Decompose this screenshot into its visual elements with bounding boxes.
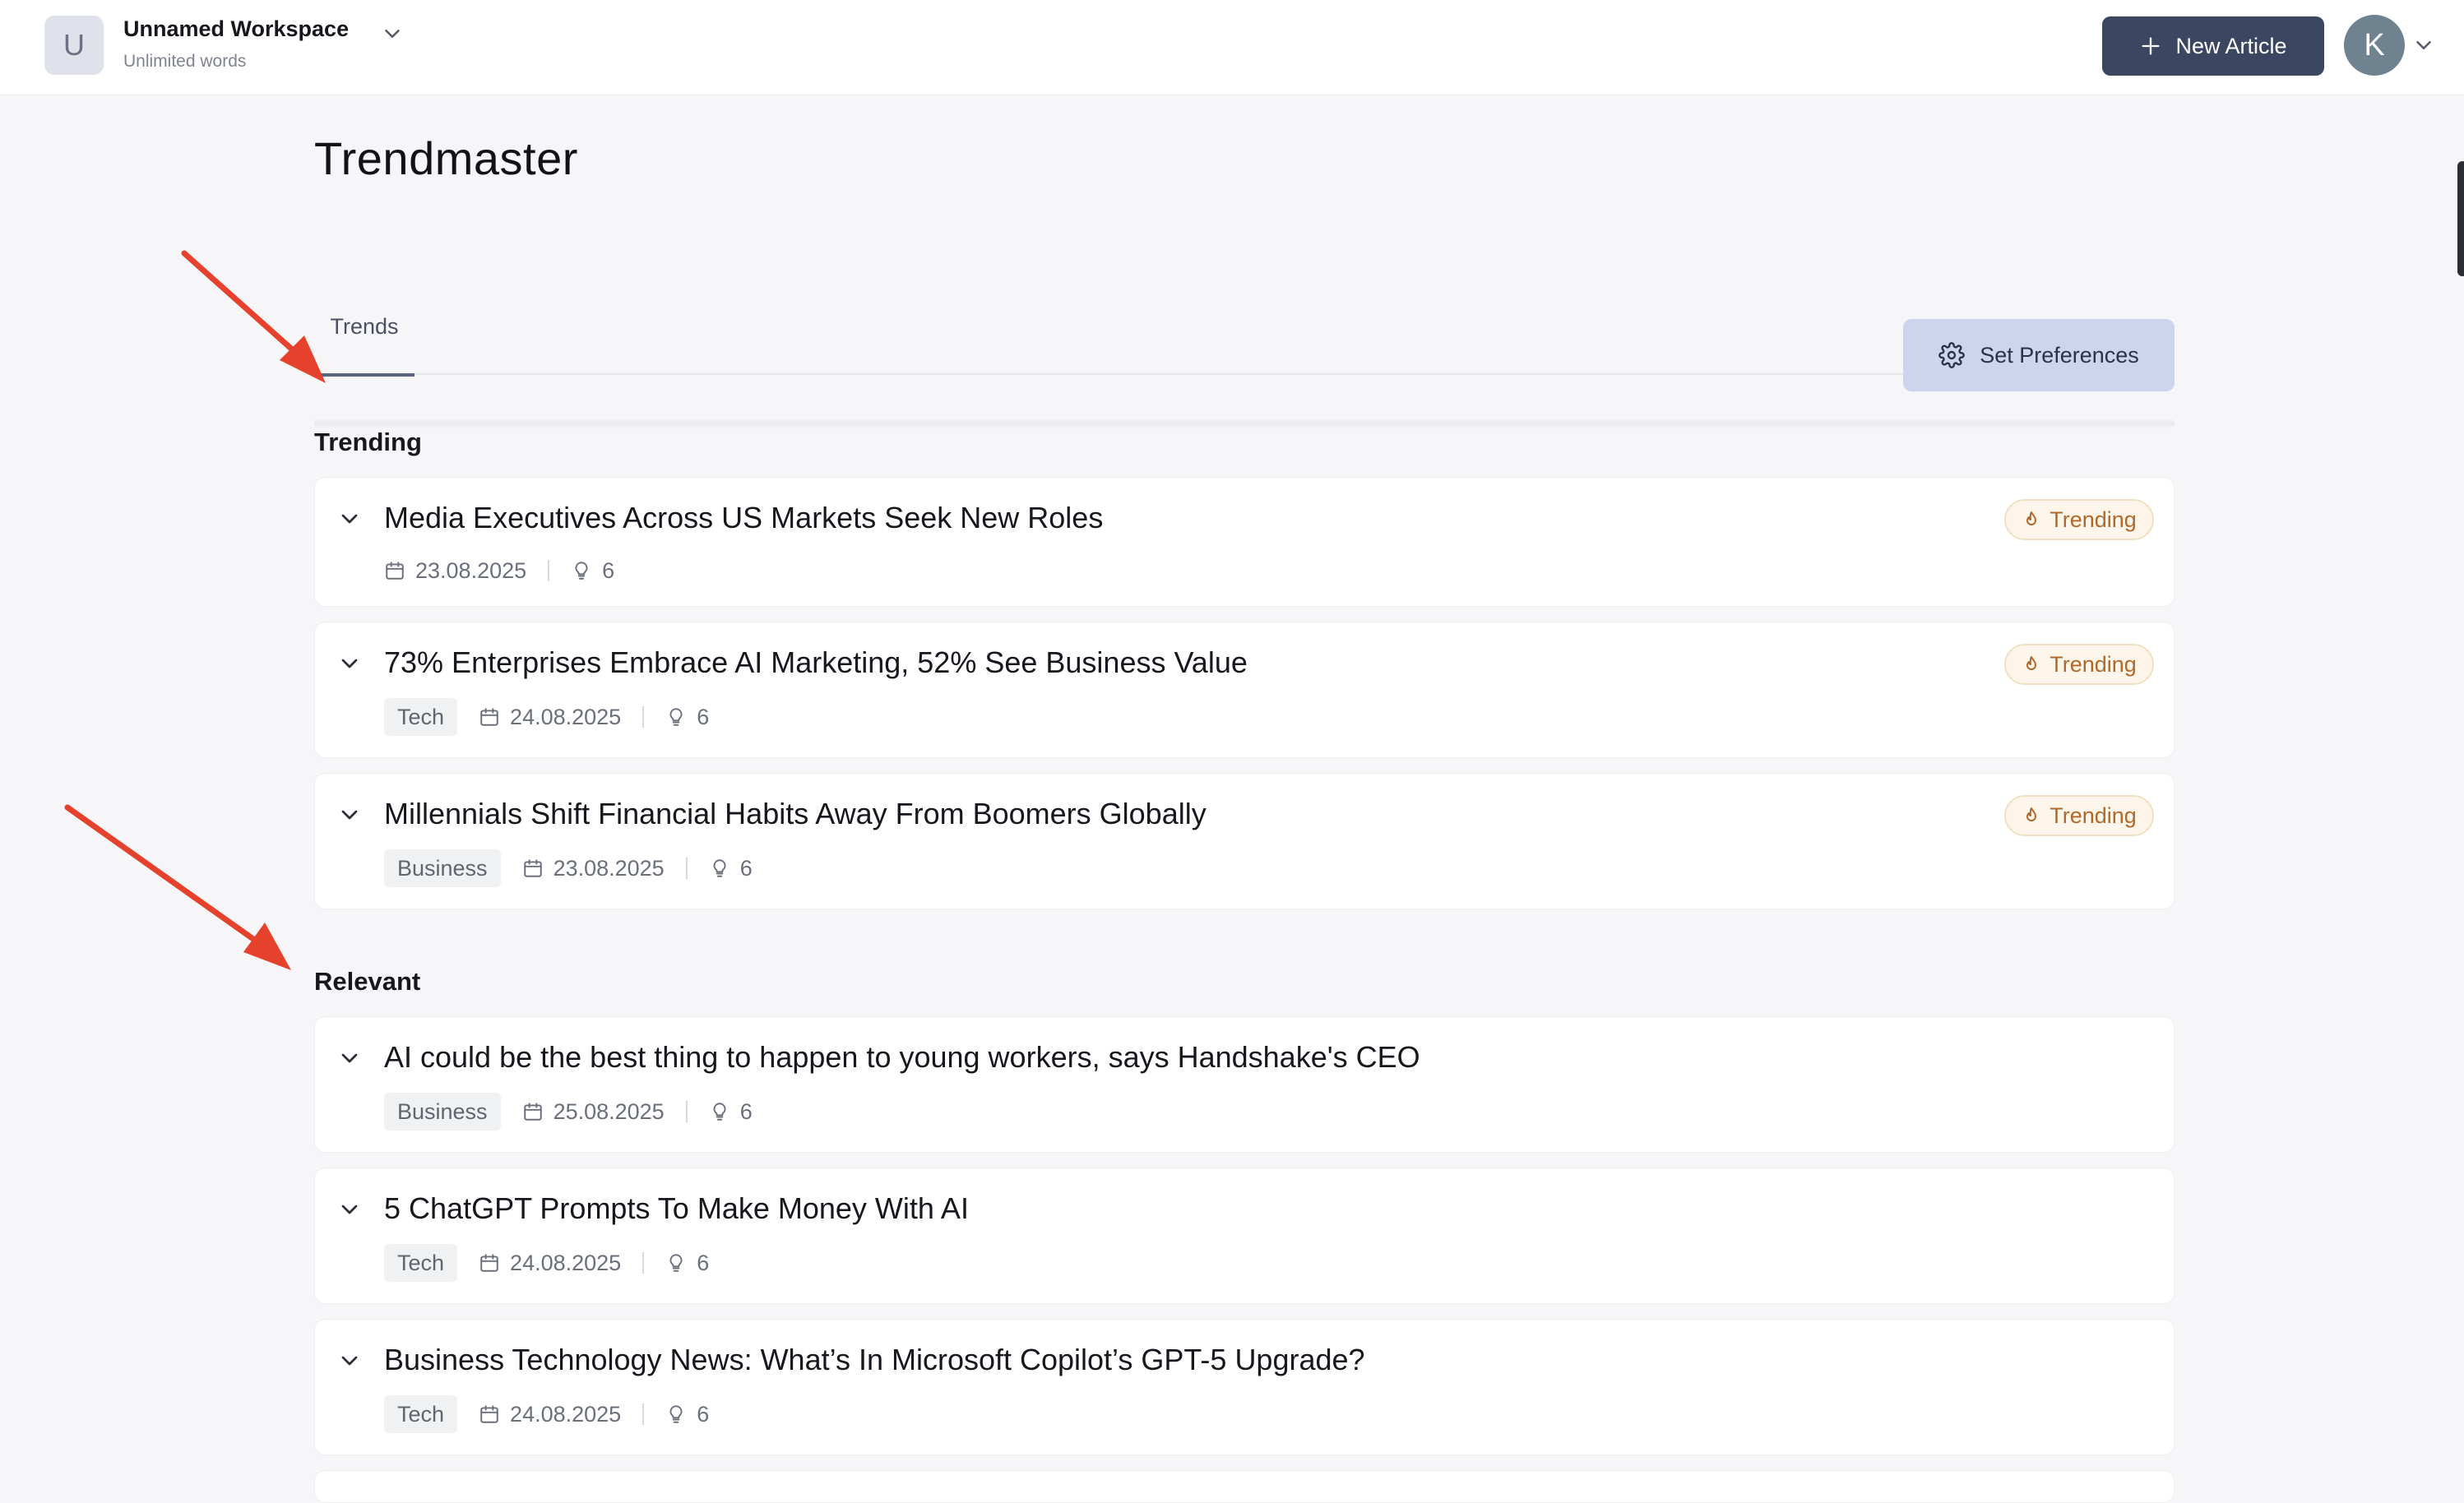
active-tab-indicator: [314, 373, 415, 377]
new-article-button[interactable]: New Article: [2102, 16, 2324, 76]
card-idea-count: 6: [697, 1250, 710, 1275]
trending-badge: Trending: [2004, 499, 2154, 540]
tab-bar: Trends: [314, 280, 2175, 377]
gear-icon: [1938, 342, 1965, 368]
calendar-icon: [480, 1254, 498, 1272]
user-menu-chevron-down-icon[interactable]: [2411, 33, 2436, 58]
calendar-icon: [386, 562, 404, 580]
meta-separator: [642, 1252, 645, 1274]
category-tag[interactable]: Tech: [384, 698, 458, 736]
card-date: 23.08.2025: [553, 855, 665, 881]
workspace-chevron-down-icon[interactable]: [380, 21, 405, 46]
plus-icon: [2142, 37, 2160, 55]
card-date: 23.08.2025: [415, 557, 527, 583]
user-avatar[interactable]: K: [2344, 15, 2405, 76]
chevron-down-icon[interactable]: [336, 1045, 363, 1071]
meta-separator: [548, 560, 550, 581]
tab-trends[interactable]: Trends: [314, 314, 415, 377]
chevron-down-icon[interactable]: [336, 802, 363, 828]
card-meta: Business 23.08.2025 6: [384, 849, 753, 887]
flame-icon: [2026, 511, 2037, 525]
card-idea-count: 6: [697, 1401, 710, 1427]
lightbulb-icon: [669, 708, 683, 726]
card-date: 24.08.2025: [510, 1250, 622, 1275]
card-idea-count: 6: [697, 704, 710, 729]
set-preferences-label: Set Preferences: [1980, 342, 2139, 368]
calendar-icon: [523, 859, 542, 877]
trending-badge-label: Trending: [2049, 651, 2137, 677]
lightbulb-icon: [713, 1103, 726, 1121]
flame-icon: [2026, 656, 2037, 670]
card-title[interactable]: 5 ChatGPT Prompts To Make Money With AI: [384, 1191, 969, 1226]
card-meta: 23.08.2025 6: [384, 552, 614, 590]
relevant-card-partial[interactable]: [314, 1470, 2175, 1503]
category-tag[interactable]: Business: [384, 849, 501, 887]
workspace-name[interactable]: Unnamed Workspace: [123, 16, 349, 42]
card-date: 24.08.2025: [510, 704, 622, 729]
card-idea-count: 6: [739, 855, 753, 881]
lightbulb-icon: [669, 1405, 683, 1423]
relevant-card[interactable]: 5 ChatGPT Prompts To Make Money With AI …: [314, 1168, 2175, 1304]
card-meta: Business 25.08.2025 6: [384, 1093, 753, 1131]
top-bar: U Unnamed Workspace Unlimited words New …: [0, 0, 2464, 95]
card-title[interactable]: Business Technology News: What’s In Micr…: [384, 1343, 1365, 1377]
meta-separator: [642, 706, 645, 728]
chevron-down-icon[interactable]: [336, 1196, 363, 1223]
trending-badge-label: Trending: [2049, 506, 2137, 532]
card-meta: Tech 24.08.2025 6: [384, 1244, 709, 1282]
card-meta: Tech 24.08.2025 6: [384, 698, 709, 736]
set-preferences-button[interactable]: Set Preferences: [1903, 319, 2175, 391]
trending-badge: Trending: [2004, 644, 2154, 685]
lightbulb-icon: [575, 562, 588, 580]
trend-card[interactable]: Millennials Shift Financial Habits Away …: [314, 773, 2175, 909]
card-idea-count: 6: [739, 1098, 753, 1124]
card-date: 24.08.2025: [510, 1401, 622, 1427]
chevron-down-icon[interactable]: [336, 506, 363, 532]
card-title[interactable]: AI could be the best thing to happen to …: [384, 1040, 1420, 1075]
new-article-label: New Article: [2175, 33, 2287, 58]
card-title[interactable]: 73% Enterprises Embrace AI Marketing, 52…: [384, 645, 1248, 680]
card-title[interactable]: Millennials Shift Financial Habits Away …: [384, 797, 1207, 831]
chevron-down-icon[interactable]: [336, 1348, 363, 1374]
meta-separator: [685, 858, 688, 879]
card-date: 25.08.2025: [553, 1098, 665, 1124]
trending-badge-label: Trending: [2049, 802, 2137, 828]
flame-icon: [2026, 807, 2037, 821]
chevron-down-icon[interactable]: [336, 650, 363, 677]
category-tag[interactable]: Business: [384, 1093, 501, 1131]
calendar-icon: [480, 708, 498, 726]
meta-separator: [642, 1404, 645, 1425]
tab-trends-label: Trends: [330, 314, 399, 339]
calendar-icon: [523, 1103, 542, 1121]
relevant-card[interactable]: AI could be the best thing to happen to …: [314, 1016, 2175, 1153]
lightbulb-icon: [669, 1254, 683, 1272]
card-meta: Tech 24.08.2025 6: [384, 1395, 709, 1433]
workspace-avatar[interactable]: U: [44, 16, 104, 75]
relevant-card[interactable]: Business Technology News: What’s In Micr…: [314, 1319, 2175, 1455]
trending-badge: Trending: [2004, 795, 2154, 836]
calendar-icon: [480, 1405, 498, 1423]
workspace-plan: Unlimited words: [123, 52, 247, 71]
relevant-section-heading: Relevant: [314, 967, 421, 996]
card-idea-count: 6: [602, 557, 615, 583]
section-divider: [314, 418, 2175, 429]
meta-separator: [685, 1101, 688, 1122]
trending-section-heading: Trending: [314, 428, 422, 456]
scrollbar-thumb[interactable]: [2457, 161, 2464, 276]
card-title[interactable]: Media Executives Across US Markets Seek …: [384, 501, 1103, 535]
category-tag[interactable]: Tech: [384, 1395, 458, 1433]
trend-card[interactable]: Media Executives Across US Markets Seek …: [314, 477, 2175, 607]
lightbulb-icon: [713, 859, 726, 877]
category-tag[interactable]: Tech: [384, 1244, 458, 1282]
page-title: Trendmaster: [314, 132, 578, 184]
trend-card[interactable]: 73% Enterprises Embrace AI Marketing, 52…: [314, 622, 2175, 758]
